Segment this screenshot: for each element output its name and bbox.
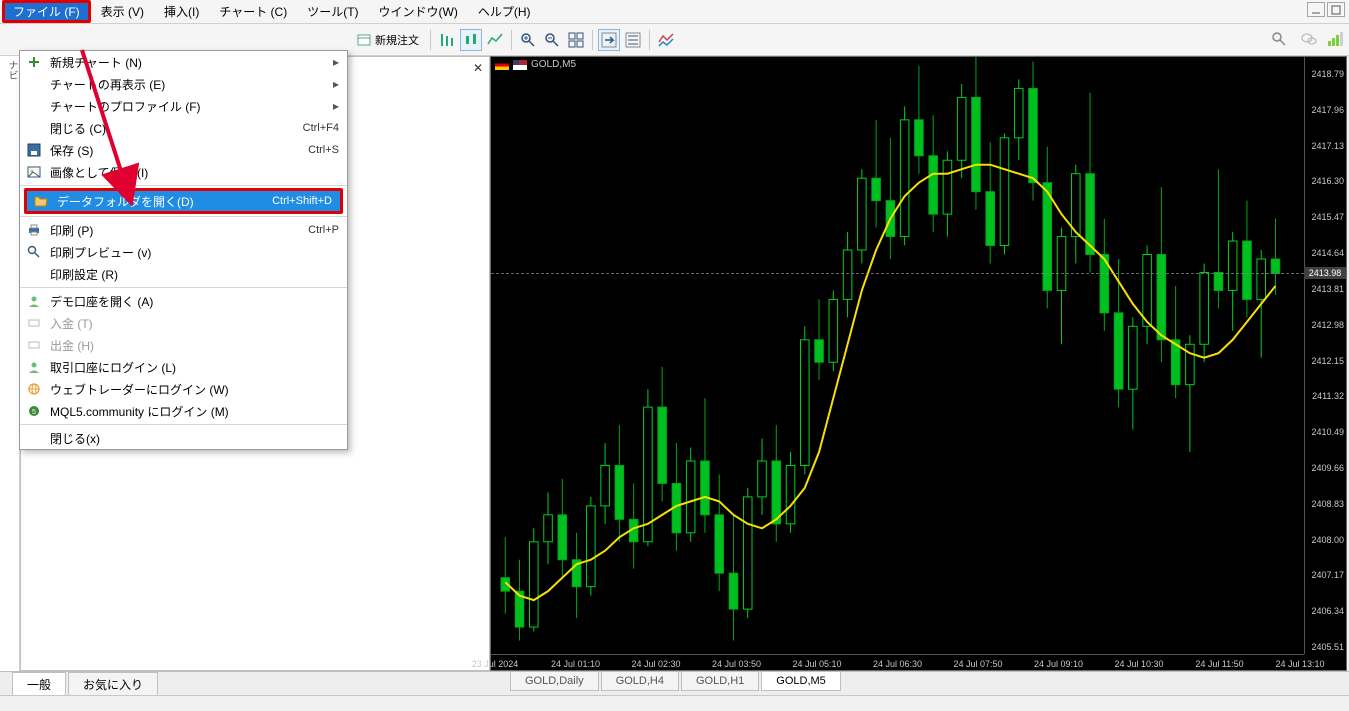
chat-icon[interactable] [1298, 28, 1320, 50]
tab-favorites[interactable]: お気に入り [68, 672, 158, 696]
chevron-right-icon: ▸ [329, 55, 339, 69]
tile-windows-icon[interactable] [565, 29, 587, 51]
menu-open-data-folder[interactable]: データフォルダを開く(D) Ctrl+Shift+D [24, 188, 343, 214]
menu-close[interactable]: 閉じる (C) Ctrl+F4 [20, 117, 347, 139]
bottom-tab-bar: 一般 お気に入り GOLD,Daily GOLD,H4 GOLD,H1 GOLD… [0, 671, 1349, 695]
menu-tool[interactable]: ツール(T) [297, 0, 368, 23]
auto-scroll-icon[interactable] [622, 29, 644, 51]
mql5-icon: 5 [24, 402, 44, 420]
y-axis: 2418.792417.962417.132416.302415.472414.… [1304, 57, 1346, 654]
printer-icon [24, 221, 44, 239]
search-icon[interactable] [1268, 28, 1290, 50]
chart-panel[interactable]: GOLD,M5 2418.792417.962417.132416.302415… [490, 56, 1347, 671]
maximize-button[interactable] [1327, 2, 1345, 17]
menu-chart[interactable]: チャート (C) [209, 0, 297, 23]
save-icon [24, 141, 44, 159]
demo-account-icon [24, 292, 44, 310]
menu-save[interactable]: 保存 (S) Ctrl+S [20, 139, 347, 161]
menu-file[interactable]: ファイル (F) [2, 0, 91, 23]
menu-help[interactable]: ヘルプ(H) [468, 0, 541, 23]
close-icon[interactable]: ✕ [471, 61, 485, 75]
magnify-icon [24, 243, 44, 261]
status-bar [0, 695, 1349, 711]
chart-plot-area[interactable] [491, 57, 1304, 654]
menu-open-demo[interactable]: デモ口座を開く (A) [20, 290, 347, 312]
zoom-in-icon[interactable] [517, 29, 539, 51]
x-axis: 23 Jul 202424 Jul 01:1024 Jul 02:3024 Ju… [491, 654, 1304, 670]
toolbar-separator [430, 30, 431, 50]
zoom-out-icon[interactable] [541, 29, 563, 51]
image-icon [24, 163, 44, 181]
indicators-icon[interactable] [655, 29, 677, 51]
navigator-panel-collapsed[interactable]: ナビ [0, 56, 20, 671]
menu-print-preview[interactable]: 印刷プレビュー (v) [20, 241, 347, 263]
tab-general[interactable]: 一般 [12, 672, 66, 696]
menu-bar: ファイル (F) 表示 (V) 挿入(I) チャート (C) ツール(T) ウイ… [0, 0, 1349, 24]
menu-new-chart[interactable]: 新規チャート (N) ▸ [20, 51, 347, 73]
menu-redisplay-chart[interactable]: チャートの再表示 (E) ▸ [20, 73, 347, 95]
globe-icon [24, 380, 44, 398]
menu-save-image[interactable]: 画像として保存 (I) [20, 161, 347, 183]
menu-login-account[interactable]: 取引口座にログイン (L) [20, 356, 347, 378]
signal-strength-icon [1328, 32, 1343, 46]
flag-us-icon [513, 60, 527, 70]
file-menu-dropdown: 新規チャート (N) ▸ チャートの再表示 (E) ▸ チャートのプロファイル … [19, 50, 348, 450]
deposit-icon [24, 314, 44, 332]
menu-exit[interactable]: 閉じる(x) [20, 427, 347, 449]
chevron-right-icon: ▸ [329, 77, 339, 91]
chart-symbol-label: GOLD,M5 [531, 59, 576, 70]
chart-header: GOLD,M5 [495, 59, 576, 70]
line-chart-icon[interactable] [484, 29, 506, 51]
flag-de-icon [495, 60, 509, 70]
folder-open-icon [31, 192, 51, 210]
menu-chart-profile[interactable]: チャートのプロファイル (F) ▸ [20, 95, 347, 117]
menu-view[interactable]: 表示 (V) [91, 0, 154, 23]
login-icon [24, 358, 44, 376]
menu-window[interactable]: ウインドウ(W) [369, 0, 468, 23]
toolbar-separator [592, 30, 593, 50]
shift-chart-icon[interactable] [598, 29, 620, 51]
minimize-button[interactable] [1307, 2, 1325, 17]
menu-login-webtrader[interactable]: ウェブトレーダーにログイン (W) [20, 378, 347, 400]
bar-chart-icon[interactable] [436, 29, 458, 51]
chart-tab-h1[interactable]: GOLD,H1 [681, 672, 759, 691]
menu-withdraw: 出金 (H) [20, 334, 347, 356]
toolbar-separator [511, 30, 512, 50]
menu-insert[interactable]: 挿入(I) [154, 0, 209, 23]
menu-print[interactable]: 印刷 (P) Ctrl+P [20, 219, 347, 241]
current-price-marker: 2413.98 [1304, 267, 1346, 279]
plus-icon [24, 53, 44, 71]
withdraw-icon [24, 336, 44, 354]
toolbar-separator [649, 30, 650, 50]
menu-login-mql5[interactable]: 5 MQL5.community にログイン (M) [20, 400, 347, 422]
window-controls [1307, 2, 1345, 17]
chart-tab-m5[interactable]: GOLD,M5 [761, 672, 841, 691]
candle-chart-icon[interactable] [460, 29, 482, 51]
menu-deposit: 入金 (T) [20, 312, 347, 334]
svg-text:5: 5 [32, 409, 36, 416]
menu-page-setup[interactable]: 印刷設定 (R) [20, 263, 347, 285]
new-order-label: 新規注文 [375, 32, 419, 48]
chevron-right-icon: ▸ [329, 99, 339, 113]
chart-tab-h4[interactable]: GOLD,H4 [601, 672, 679, 691]
chart-tab-daily[interactable]: GOLD,Daily [510, 672, 599, 691]
new-order-button[interactable]: 新規注文 [351, 30, 425, 50]
